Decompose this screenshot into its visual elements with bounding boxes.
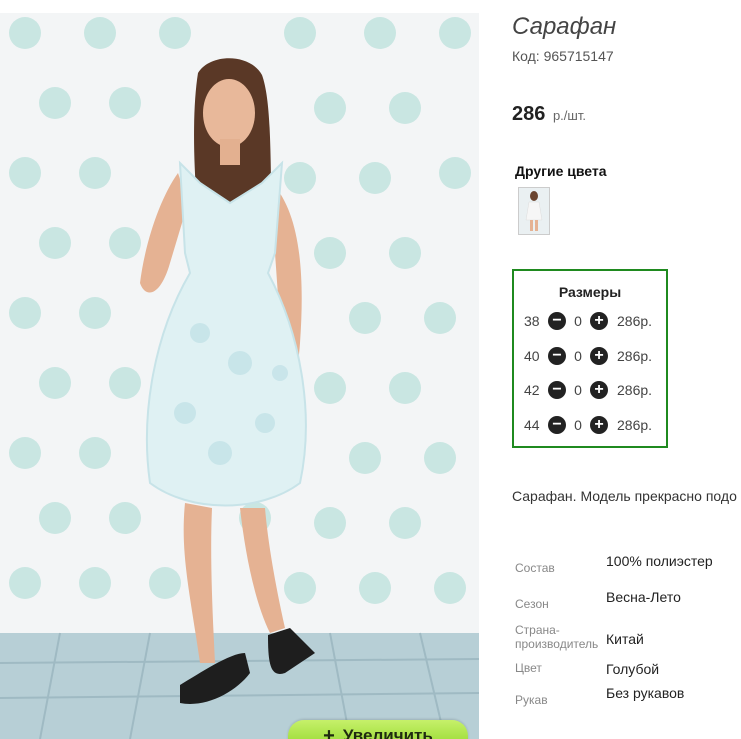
property-value: Без рукавов — [606, 685, 685, 701]
size-label: 44 — [524, 417, 540, 433]
property-value: Весна-Лето — [606, 589, 681, 605]
zoom-button[interactable]: + Увеличить — [288, 720, 468, 739]
size-quantity: 0 — [574, 313, 582, 329]
size-price: 286р. — [617, 382, 653, 398]
color-variant-thumbnail[interactable] — [518, 187, 550, 235]
product-description: Сарафан. Модель прекрасно подо — [512, 488, 737, 504]
minus-icon[interactable]: − — [548, 381, 566, 399]
property-key: Страна-производитель — [515, 623, 599, 651]
size-price: 286р. — [617, 313, 653, 329]
size-price: 286р. — [617, 348, 653, 364]
plus-icon[interactable]: + — [590, 347, 608, 365]
size-row: 42 − 0 + 286р. — [524, 380, 652, 400]
property-key: Сезон — [515, 597, 549, 611]
minus-icon[interactable]: − — [548, 416, 566, 434]
product-code: Код: 965715147 — [512, 48, 614, 64]
product-photo-illustration — [0, 13, 479, 739]
property-key: Рукав — [515, 693, 548, 707]
product-photo[interactable]: + Увеличить — [0, 13, 479, 739]
property-key: Цвет — [515, 661, 542, 675]
size-label: 38 — [524, 313, 540, 329]
size-quantity: 0 — [574, 382, 582, 398]
sizes-panel: Размеры 38 − 0 + 286р. 40 − 0 + 286р. 42… — [512, 269, 668, 448]
color-variant-image — [519, 188, 549, 234]
minus-icon[interactable]: − — [548, 347, 566, 365]
other-colors-title: Другие цвета — [515, 163, 607, 179]
size-row: 40 − 0 + 286р. — [524, 346, 652, 366]
plus-icon[interactable]: + — [590, 416, 608, 434]
size-price: 286р. — [617, 417, 653, 433]
size-quantity: 0 — [574, 348, 582, 364]
property-key: Состав — [515, 561, 555, 575]
size-row: 44 − 0 + 286р. — [524, 415, 652, 435]
sizes-title: Размеры — [558, 284, 622, 300]
plus-icon[interactable]: + — [590, 312, 608, 330]
size-label: 42 — [524, 382, 540, 398]
size-label: 40 — [524, 348, 540, 364]
product-price: 286 р./шт. — [512, 103, 586, 126]
price-unit: р./шт. — [552, 108, 586, 123]
minus-icon[interactable]: − — [548, 312, 566, 330]
property-value: 100% полиэстер — [606, 553, 713, 569]
size-row: 38 − 0 + 286р. — [524, 311, 652, 331]
property-value: Голубой — [606, 661, 660, 677]
property-value: Китай — [606, 631, 644, 647]
product-title: Сарафан — [512, 13, 617, 40]
plus-icon: + — [323, 725, 335, 739]
plus-icon[interactable]: + — [590, 381, 608, 399]
price-value: 286 — [512, 103, 546, 125]
zoom-button-label: Увеличить — [342, 726, 433, 739]
size-quantity: 0 — [574, 417, 582, 433]
